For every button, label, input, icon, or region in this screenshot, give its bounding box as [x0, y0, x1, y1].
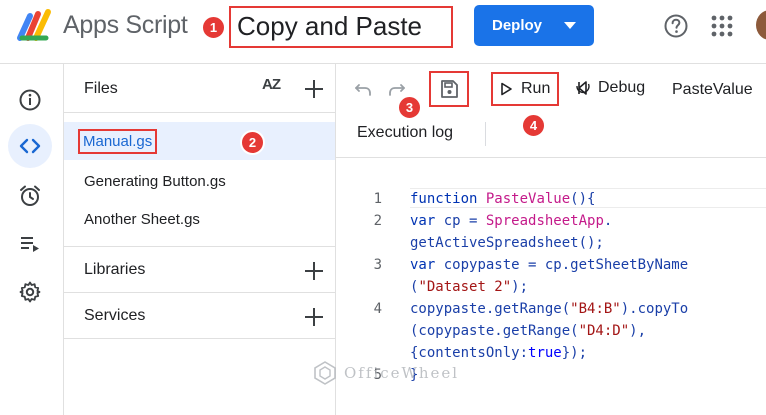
divider: [64, 338, 335, 339]
executions-list-icon: [21, 237, 39, 252]
file-item-label: Manual.gs: [78, 129, 158, 154]
code-line: (copypaste.getRange("D4:D"),: [410, 323, 647, 339]
play-icon: [501, 82, 512, 96]
line-number: 4: [373, 301, 382, 317]
app-name: Apps Script: [63, 11, 188, 39]
code-line: copypaste.getRange("B4:B").copyTo: [410, 301, 689, 317]
file-item-generating-button[interactable]: Generating Button.gs: [64, 162, 335, 200]
run-button[interactable]: Run: [491, 72, 559, 106]
watermark-text: OfficeWheel: [344, 364, 460, 382]
gear-icon: [19, 281, 41, 303]
line-number: 3: [373, 257, 382, 273]
code-line: {contentsOnly:true});: [410, 345, 588, 361]
file-item-manual[interactable]: Manual.gs: [64, 122, 335, 160]
divider: [64, 246, 335, 247]
file-item-label: Generating Button.gs: [84, 173, 226, 190]
code-line: ("Dataset 2");: [410, 279, 529, 295]
add-file-icon[interactable]: [304, 79, 324, 99]
alarm-clock-icon: [20, 185, 40, 206]
debug-icon: [576, 81, 590, 95]
annotation-badge-2: 2: [240, 130, 265, 155]
annotation-badge-4: 4: [521, 113, 546, 138]
overview-nav-button[interactable]: [8, 78, 52, 122]
code-line: getActiveSpreadsheet();: [410, 235, 604, 251]
annotation-badge-3: 3: [397, 95, 422, 120]
files-title: Files: [84, 80, 118, 97]
left-nav-rail: [0, 63, 64, 415]
watermark: OfficeWheel: [312, 360, 459, 386]
apps-script-logo: [17, 9, 51, 41]
file-item-label: Another Sheet.gs: [84, 211, 200, 228]
annotation-badge-1: 1: [201, 15, 226, 40]
triggers-nav-button[interactable]: [8, 174, 52, 218]
code-icon: [19, 138, 41, 154]
line-number: 1: [373, 191, 382, 207]
file-item-another-sheet[interactable]: Another Sheet.gs: [64, 200, 335, 238]
divider: [485, 122, 486, 146]
executions-nav-button[interactable]: [8, 222, 52, 266]
sort-az-button[interactable]: AZ: [262, 76, 281, 93]
function-select[interactable]: PasteValue: [672, 81, 753, 99]
execution-log-button[interactable]: Execution log: [357, 124, 453, 142]
editor-toolbar: 3 Run 4 Debug PasteValue Execution log: [336, 63, 766, 157]
watermark-logo-icon: [314, 361, 336, 385]
libraries-title: Libraries: [84, 261, 146, 278]
add-library-icon[interactable]: [304, 261, 324, 281]
sort-az-icon: AZ: [262, 76, 281, 93]
run-button-label: Run: [521, 80, 551, 97]
line-number: 2: [373, 213, 382, 229]
save-icon: [441, 80, 458, 98]
divider: [64, 292, 335, 293]
undo-icon[interactable]: [354, 80, 372, 98]
settings-nav-button[interactable]: [8, 270, 52, 314]
divider: [64, 112, 335, 113]
deploy-button[interactable]: Deploy: [474, 5, 594, 46]
project-title[interactable]: Copy and Paste: [229, 6, 453, 48]
debug-button[interactable]: Debug: [574, 79, 645, 97]
debug-button-label: Debug: [598, 79, 646, 96]
save-button[interactable]: [429, 71, 469, 107]
apps-grid-icon[interactable]: [711, 15, 733, 37]
info-icon: [19, 89, 41, 111]
avatar[interactable]: [756, 10, 766, 40]
code-line: var cp = SpreadsheetApp.: [410, 213, 613, 229]
add-service-icon[interactable]: [304, 307, 324, 327]
files-panel: Files AZ Manual.gs 2 Generating Button.g…: [64, 63, 336, 415]
code-line: function PasteValue(){: [410, 191, 596, 207]
code-line: var copypaste = cp.getSheetByName: [410, 257, 689, 273]
services-title: Services: [84, 307, 146, 324]
deploy-button-label: Deploy: [492, 17, 543, 34]
help-icon[interactable]: [663, 13, 689, 39]
caret-down-icon: [564, 22, 576, 29]
app-header: Apps Script Copy and Paste 1 Deploy: [0, 0, 766, 56]
editor-nav-button[interactable]: [8, 124, 52, 168]
